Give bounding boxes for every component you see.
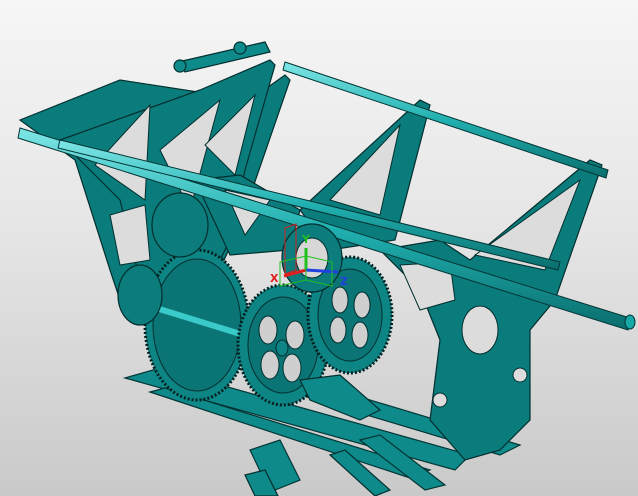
assembly-model[interactable]: X Y Z bbox=[0, 0, 638, 496]
cad-3d-viewport[interactable]: X Y Z bbox=[0, 0, 638, 496]
z-axis-line bbox=[305, 268, 339, 274]
z-axis-label: Z bbox=[340, 275, 348, 288]
y-axis-label: Y bbox=[301, 233, 311, 246]
x-axis-label: X bbox=[270, 272, 279, 285]
